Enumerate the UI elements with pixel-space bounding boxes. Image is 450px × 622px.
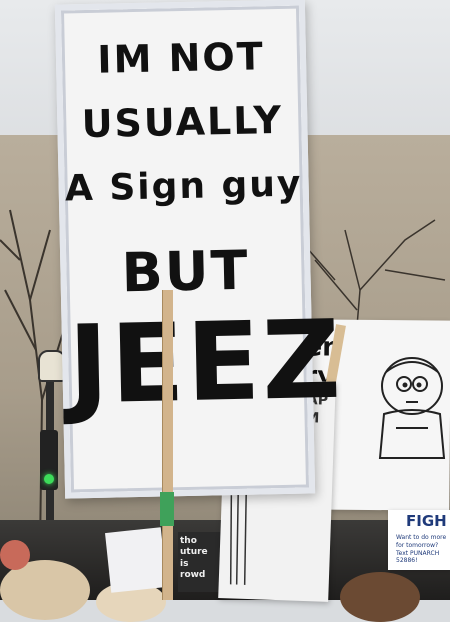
future-sign-text: tho uture is rowd xyxy=(180,536,208,581)
crowd-head xyxy=(0,540,30,570)
traffic-signal xyxy=(40,430,58,490)
photo-scene: tho uture is rowd en ry FIGH Want to do … xyxy=(0,0,450,622)
fight-sign-subtitle: Want to do more for tomorrow? Text PUNAR… xyxy=(396,534,447,565)
sign-line-5: JEEZ xyxy=(67,297,344,429)
green-tape xyxy=(160,492,174,526)
fight-sign: FIGH Want to do more for tomorrow? Text … xyxy=(388,510,450,570)
future-line-2: uture xyxy=(180,547,208,558)
main-protest-sign: IM NOT USUALLY A Sign guy BUT JEEZ xyxy=(54,0,344,499)
future-sign: tho uture is rowd xyxy=(178,532,222,592)
main-sign-stick xyxy=(162,290,173,600)
green-light xyxy=(44,474,54,484)
future-line-4: rowd xyxy=(180,569,206,580)
blank-sign xyxy=(105,527,167,593)
future-line-1: tho xyxy=(180,536,197,546)
sign-line-4: BUT xyxy=(120,238,251,305)
sign-line-1: IM NOT xyxy=(96,34,266,82)
cartoon-character-drawing xyxy=(378,357,446,459)
fight-sign-title: FIGH xyxy=(406,512,447,530)
sign-line-2: USUALLY xyxy=(81,97,284,147)
future-line-3: is xyxy=(180,558,189,569)
sign-line-3: A Sign guy xyxy=(64,163,303,210)
crowd-head xyxy=(340,572,420,622)
